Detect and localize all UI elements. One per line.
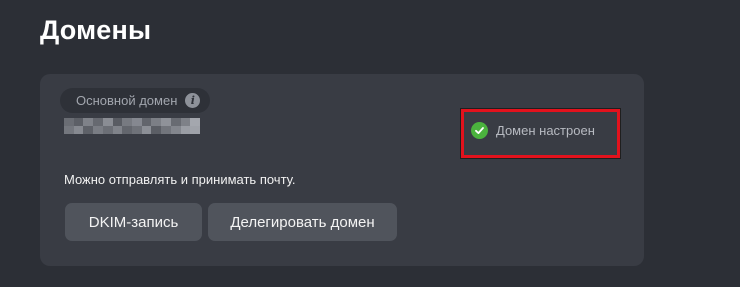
masked-domain-name <box>64 118 201 134</box>
domain-status: Домен настроен <box>471 122 595 139</box>
page-title: Домены <box>40 15 152 45</box>
domain-description: Можно отправлять и принимать почту. <box>64 172 296 187</box>
domain-card: Основной домен i Домен настроен Можно от… <box>40 74 644 266</box>
primary-domain-badge: Основной домен i <box>60 88 211 113</box>
domain-status-text: Домен настроен <box>496 123 595 138</box>
delegate-domain-button[interactable]: Делегировать домен <box>208 203 397 241</box>
dkim-record-button[interactable]: DKIM-запись <box>65 203 202 241</box>
info-icon[interactable]: i <box>185 93 201 108</box>
check-circle-icon <box>471 122 488 139</box>
primary-domain-label: Основной домен <box>76 93 178 108</box>
